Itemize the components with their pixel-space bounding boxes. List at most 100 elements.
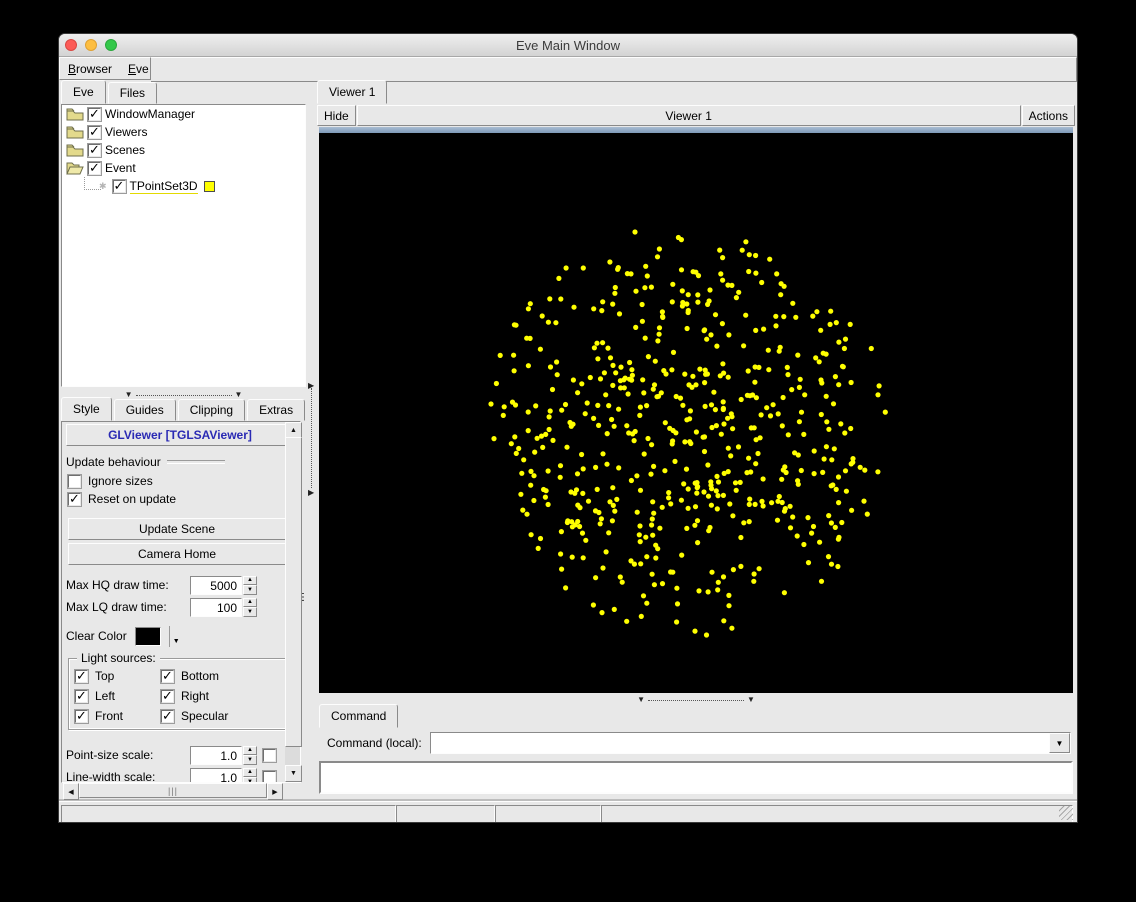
minimize-button[interactable] bbox=[85, 39, 97, 51]
light-front-checkbox[interactable] bbox=[75, 710, 88, 723]
tree-item-event[interactable]: Event bbox=[62, 159, 305, 177]
viewer-horizontal-splitter[interactable]: ▼ ▼ bbox=[319, 695, 1073, 705]
spin-up-icon[interactable]: ▲ bbox=[243, 598, 257, 608]
point bbox=[547, 414, 552, 419]
close-button[interactable] bbox=[65, 39, 77, 51]
tree-item-scenes[interactable]: Scenes bbox=[62, 141, 305, 159]
point bbox=[553, 320, 558, 325]
point bbox=[877, 383, 882, 388]
light-right: Right bbox=[161, 689, 285, 703]
spin-up-icon[interactable]: ▲ bbox=[243, 768, 257, 778]
point bbox=[570, 524, 575, 529]
spin-down-icon[interactable]: ▼ bbox=[243, 607, 257, 617]
point bbox=[753, 253, 758, 258]
style-horizontal-scrollbar[interactable]: ◀ ||| ▶ bbox=[63, 783, 283, 798]
point bbox=[686, 292, 691, 297]
update-scene-button[interactable]: Update Scene bbox=[68, 518, 286, 540]
point bbox=[513, 402, 518, 407]
max-lq-field[interactable]: 100 bbox=[190, 598, 242, 617]
checkbox[interactable] bbox=[88, 144, 101, 157]
command-combobox[interactable]: ▼ bbox=[430, 732, 1071, 754]
point bbox=[829, 520, 834, 525]
point bbox=[656, 394, 661, 399]
combo-dropdown-button[interactable]: ▼ bbox=[1049, 733, 1070, 753]
tab-command[interactable]: Command bbox=[319, 704, 398, 728]
hide-button[interactable]: Hide bbox=[317, 105, 356, 126]
tab-style[interactable]: Style bbox=[61, 397, 112, 421]
camera-home-button[interactable]: Camera Home bbox=[68, 543, 286, 565]
eve-list-tree[interactable]: WindowManager Viewers Scenes Event ✱ bbox=[61, 104, 306, 387]
menu-eve[interactable]: Eve bbox=[128, 62, 149, 76]
spin-down-icon[interactable]: ▼ bbox=[243, 585, 257, 595]
checkbox[interactable] bbox=[88, 108, 101, 121]
tab-files[interactable]: Files bbox=[108, 82, 157, 104]
menu-browser[interactable]: Browser bbox=[68, 62, 112, 76]
zoom-button[interactable] bbox=[105, 39, 117, 51]
point bbox=[721, 618, 726, 623]
point bbox=[554, 359, 559, 364]
point bbox=[540, 313, 545, 318]
actions-button[interactable]: Actions bbox=[1022, 105, 1075, 126]
tree-item-windowmanager[interactable]: WindowManager bbox=[62, 105, 305, 123]
point bbox=[786, 432, 791, 437]
glviewer-button[interactable]: GLViewer [TGLSAViewer] bbox=[66, 424, 294, 446]
clear-color-swatch[interactable] bbox=[135, 627, 161, 646]
point bbox=[773, 323, 778, 328]
point-size-checkbox[interactable] bbox=[263, 749, 276, 762]
light-right-checkbox[interactable] bbox=[161, 690, 174, 703]
style-vertical-scrollbar[interactable]: ▲ ▼ bbox=[285, 422, 300, 782]
tree-item-tpointset3d[interactable]: ✱ TPointSet3D bbox=[62, 177, 305, 195]
checkbox[interactable] bbox=[113, 180, 126, 193]
gl-viewport[interactable] bbox=[319, 133, 1073, 693]
line-width-checkbox[interactable] bbox=[263, 771, 276, 784]
scrollbar-thumb[interactable] bbox=[285, 437, 302, 747]
resize-grip[interactable] bbox=[1059, 806, 1073, 820]
marker-color-box[interactable] bbox=[204, 181, 215, 192]
scroll-right-icon[interactable]: ▶ bbox=[267, 783, 283, 800]
point-size-field[interactable]: 1.0 bbox=[190, 746, 242, 765]
point bbox=[684, 467, 689, 472]
checkbox[interactable] bbox=[88, 162, 101, 175]
tree-item-viewers[interactable]: Viewers bbox=[62, 123, 305, 141]
command-output[interactable] bbox=[319, 761, 1073, 794]
tab-extras[interactable]: Extras bbox=[247, 399, 305, 421]
point bbox=[610, 302, 615, 307]
main-vertical-splitter[interactable]: ▶ ▶ ☰ bbox=[307, 83, 317, 801]
scroll-down-icon[interactable]: ▼ bbox=[285, 765, 302, 782]
reset-on-update-checkbox[interactable] bbox=[68, 493, 81, 506]
point bbox=[660, 309, 665, 314]
title-bar[interactable]: Eve Main Window bbox=[59, 34, 1077, 57]
spin-up-icon[interactable]: ▲ bbox=[243, 746, 257, 756]
point bbox=[547, 427, 552, 432]
scroll-left-icon[interactable]: ◀ bbox=[63, 783, 79, 800]
point bbox=[747, 252, 752, 257]
point bbox=[790, 514, 795, 519]
tab-guides[interactable]: Guides bbox=[114, 399, 176, 421]
tab-viewer-1[interactable]: Viewer 1 bbox=[317, 80, 387, 104]
max-hq-field[interactable]: 5000 bbox=[190, 576, 242, 595]
tab-eve[interactable]: Eve bbox=[61, 80, 106, 104]
ignore-sizes-checkbox[interactable] bbox=[68, 475, 81, 488]
light-top-checkbox[interactable] bbox=[75, 670, 88, 683]
point bbox=[605, 431, 610, 436]
point bbox=[614, 497, 619, 502]
light-left-checkbox[interactable] bbox=[75, 690, 88, 703]
point bbox=[721, 406, 726, 411]
light-specular-checkbox[interactable] bbox=[161, 710, 174, 723]
point bbox=[781, 395, 786, 400]
point bbox=[670, 570, 675, 575]
spin-up-icon[interactable]: ▲ bbox=[243, 576, 257, 586]
point bbox=[692, 523, 697, 528]
light-bottom-checkbox[interactable] bbox=[161, 670, 174, 683]
scrollbar-thumb[interactable]: ||| bbox=[79, 783, 267, 798]
point bbox=[651, 511, 656, 516]
line-width-field[interactable]: 1.0 bbox=[190, 768, 242, 784]
max-lq-spinner: 100 ▲ ▼ bbox=[190, 598, 257, 617]
point bbox=[790, 301, 795, 306]
tab-clipping[interactable]: Clipping bbox=[178, 399, 245, 421]
clear-color-dropdown[interactable]: ▼ bbox=[169, 626, 183, 647]
spin-down-icon[interactable]: ▼ bbox=[243, 755, 257, 765]
checkbox[interactable] bbox=[88, 126, 101, 139]
point bbox=[696, 588, 701, 593]
command-input[interactable] bbox=[431, 733, 1049, 753]
